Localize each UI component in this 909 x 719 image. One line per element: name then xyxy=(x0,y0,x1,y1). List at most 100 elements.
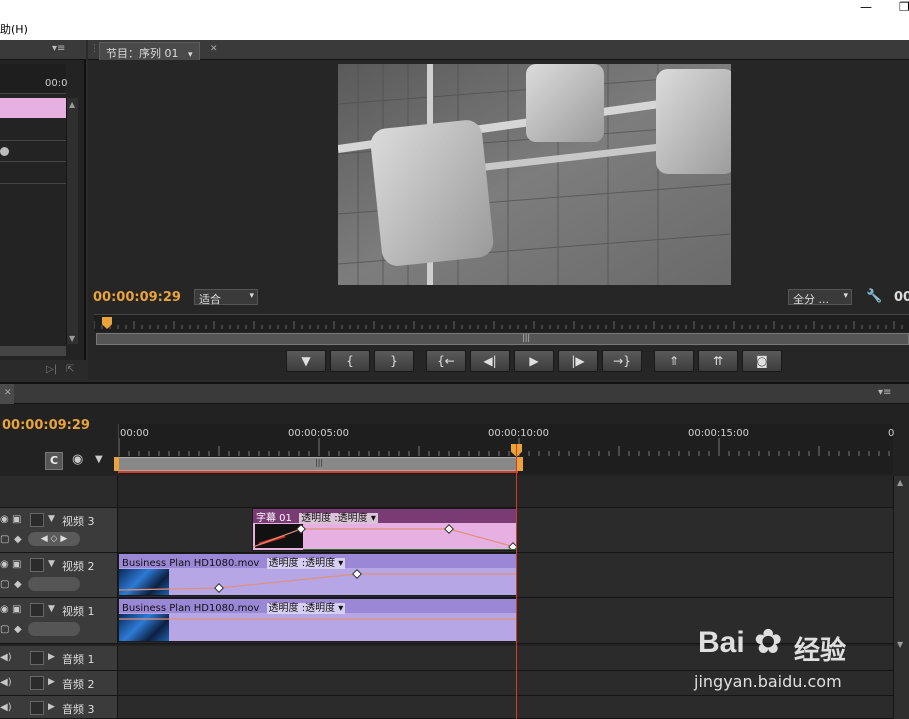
chevron-down-icon: ▾ xyxy=(249,291,254,301)
render-bar xyxy=(118,471,518,473)
watermark-url: jingyan.baidu.com xyxy=(694,672,842,691)
keyframe-icon[interactable]: ◆ xyxy=(14,579,22,590)
program-zoom-scrollbar[interactable]: ||| xyxy=(96,333,909,345)
minimize-button[interactable]: — xyxy=(860,0,872,14)
keyframe-icon[interactable] xyxy=(352,569,362,579)
chevron-down-icon: ▾ xyxy=(843,291,848,301)
lift-button[interactable]: ⇑ xyxy=(654,350,694,372)
go-to-out-button[interactable]: →} xyxy=(602,350,642,372)
lock-toggle[interactable] xyxy=(30,513,44,527)
title-clip-render-strip xyxy=(303,549,516,550)
scrollbar-grip-icon: ||| xyxy=(522,333,531,342)
speaker-icon[interactable]: ◀) xyxy=(0,652,12,663)
help-menu[interactable]: 助(H) xyxy=(0,21,28,37)
snap-icon[interactable]: C xyxy=(45,452,63,470)
timeline-spacer-row xyxy=(0,476,893,508)
panel-menu-icon[interactable]: ▾≡ xyxy=(52,43,65,54)
timeline-timecode[interactable]: 00:00:09:29 xyxy=(2,418,90,433)
program-timecode[interactable]: 00:00:09:29 xyxy=(93,290,181,305)
left-horizontal-scrollbar[interactable] xyxy=(0,346,66,356)
wrench-icon[interactable]: 🔧 xyxy=(866,289,882,304)
keyframe-icon[interactable] xyxy=(214,583,224,593)
title-clip[interactable]: 字幕 01 透明度 :透明度 ▾ xyxy=(252,508,517,551)
track-expand-icon[interactable]: ▼ xyxy=(48,559,55,569)
keyframe-icon[interactable] xyxy=(296,524,306,534)
work-area-bar[interactable]: ||| xyxy=(118,457,518,471)
export-frame-button[interactable]: ◙ xyxy=(742,350,782,372)
track-expand-icon[interactable]: ▶ xyxy=(48,652,55,662)
speaker-icon[interactable]: ◀) xyxy=(0,677,12,688)
work-area-grip-icon: ||| xyxy=(315,458,324,467)
keyframe-icon[interactable]: ◆ xyxy=(14,534,22,545)
tab-menu-icon[interactable]: ▾ xyxy=(188,50,193,60)
speaker-icon[interactable]: ◀) xyxy=(0,702,12,713)
export-icon[interactable]: ⇱ xyxy=(66,364,74,375)
marker-icon[interactable]: ▼ xyxy=(95,454,103,465)
quality-select[interactable]: 全分 ... ▾ xyxy=(788,289,852,306)
left-panel: ▾≡ 00:0 ▲ ▼ ▷| ⇱ xyxy=(0,40,86,380)
scroll-up-icon[interactable]: ▲ xyxy=(69,100,75,109)
step-forward-button[interactable]: |▶ xyxy=(558,350,598,372)
work-area-end-handle[interactable] xyxy=(517,457,523,471)
tab-program-sequence[interactable]: 节目：序列 01 ▾ xyxy=(99,42,200,60)
scroll-down-icon[interactable]: ▼ xyxy=(69,334,75,343)
go-to-in-button[interactable]: {← xyxy=(426,350,466,372)
keyframe-navigator[interactable] xyxy=(28,577,80,591)
track-name-video-3: 视频 3 xyxy=(62,515,95,528)
lock-toggle[interactable] xyxy=(30,603,44,617)
left-ruler-timecode: 00:0 xyxy=(45,78,68,89)
keyframe-dot-icon[interactable] xyxy=(0,147,9,156)
restore-button[interactable]: ❐ xyxy=(899,0,909,14)
watermark-suffix: 经验 xyxy=(794,636,847,666)
extract-button[interactable]: ⇈ xyxy=(698,350,738,372)
keyframe-icon[interactable] xyxy=(444,524,454,534)
play-button[interactable]: ▶ xyxy=(514,350,554,372)
track-header-audio-1: ◀) ▶ 音频 1 xyxy=(0,646,118,670)
lock-toggle[interactable] xyxy=(30,651,44,665)
lock-toggle[interactable] xyxy=(30,558,44,572)
panel-menu-icon[interactable]: ▾≡ xyxy=(878,387,891,398)
tab-program-label: 节目：序列 01 xyxy=(106,47,179,60)
keyframe-navigator[interactable] xyxy=(28,622,80,636)
video-2-clip[interactable]: Business Plan HD1080.mov 透明度 :透明度 ▾ xyxy=(118,553,517,596)
track-expand-icon[interactable]: ▼ xyxy=(48,604,55,614)
lock-toggle[interactable] xyxy=(30,701,44,715)
ruler-label-10s: 00:00:10:00 xyxy=(488,428,550,439)
zoom-select[interactable]: 适合 ▾ xyxy=(194,289,258,306)
keyframe-navigator[interactable]: ◀ ◇ ▶ xyxy=(28,532,80,546)
track-expand-icon[interactable]: ▶ xyxy=(48,702,55,712)
scroll-up-icon[interactable]: ▲ xyxy=(897,478,903,487)
mark-in-button[interactable]: { xyxy=(330,350,370,372)
left-row xyxy=(0,162,66,184)
keyframe-icon[interactable]: ◆ xyxy=(14,624,22,635)
program-monitor: ⋮⋮ 节目：序列 01 ▾ ✕ xyxy=(88,40,909,380)
eye-icon[interactable]: ◉ xyxy=(0,604,9,615)
filmstrip-icon[interactable]: ▣ xyxy=(12,604,21,615)
display-style-icon[interactable]: ▢ xyxy=(0,579,9,590)
display-style-icon[interactable]: ▢ xyxy=(0,624,9,635)
eye-icon[interactable]: ◉ xyxy=(0,514,9,525)
left-selected-row[interactable] xyxy=(0,98,66,118)
filmstrip-icon[interactable]: ▣ xyxy=(12,514,21,525)
track-expand-icon[interactable]: ▼ xyxy=(48,514,55,524)
timeline-close-icon[interactable]: ✕ xyxy=(4,388,12,398)
tab-close-icon[interactable]: ✕ xyxy=(210,44,218,54)
mark-out-button[interactable]: } xyxy=(374,350,414,372)
eye-icon[interactable]: ◉ xyxy=(0,559,9,570)
video-1-clip[interactable]: Business Plan HD1080.mov 透明度 :透明度 ▾ xyxy=(118,598,517,642)
add-marker-button[interactable]: ▼ xyxy=(286,350,326,372)
track-expand-icon[interactable]: ▶ xyxy=(48,677,55,687)
left-vertical-scrollbar[interactable]: ▲ ▼ xyxy=(66,98,78,344)
filter-icon[interactable]: ▷| xyxy=(46,364,57,375)
step-back-button[interactable]: ◀| xyxy=(470,350,510,372)
display-style-icon[interactable]: ▢ xyxy=(0,534,9,545)
track-header-video-1: ◉ ▣ ▼ 视频 1 ▢ ◆ xyxy=(0,598,118,643)
track-header-video-2: ◉ ▣ ▼ 视频 2 ▢ ◆ xyxy=(0,553,118,597)
filmstrip-icon[interactable]: ▣ xyxy=(12,559,21,570)
add-marker-icon[interactable]: ◉ xyxy=(72,452,83,467)
track-name-audio-2: 音频 2 xyxy=(62,678,95,691)
lock-toggle[interactable] xyxy=(30,676,44,690)
program-mini-ruler[interactable] xyxy=(93,314,909,332)
work-area-start-handle[interactable] xyxy=(114,457,119,471)
track-video-2: ◉ ▣ ▼ 视频 2 ▢ ◆ Business Plan HD1080.mov … xyxy=(0,553,893,598)
